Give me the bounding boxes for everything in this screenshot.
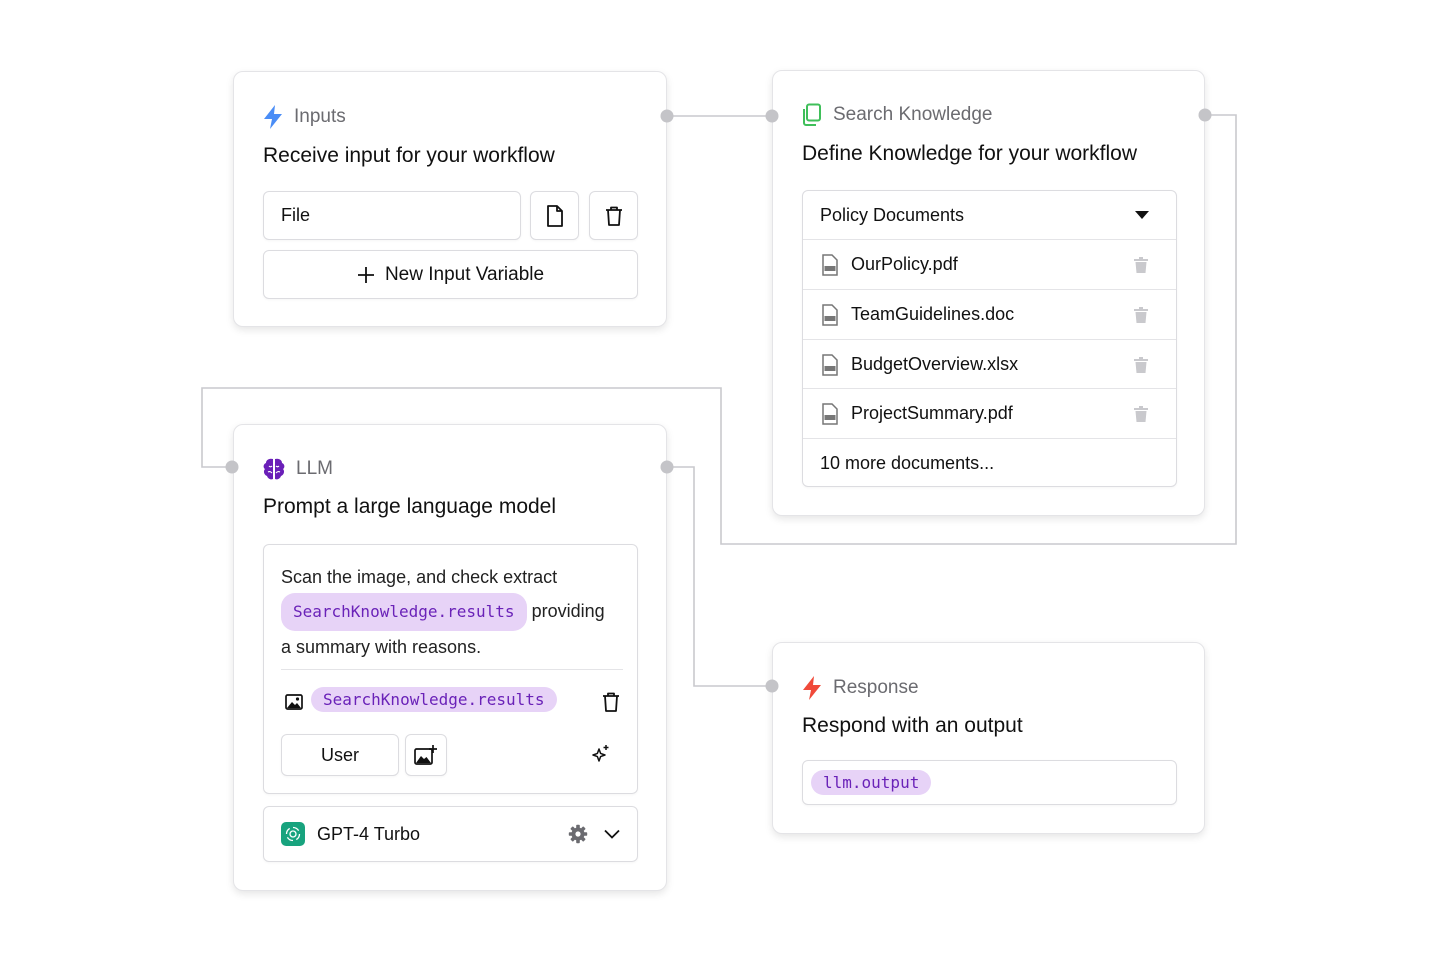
magic-sparkle-icon[interactable] (591, 744, 611, 764)
response-input-port[interactable] (765, 679, 779, 693)
role-selector[interactable]: User (281, 734, 399, 776)
output-variable-pill[interactable]: llm.output (811, 770, 932, 795)
chevron-down-icon[interactable] (604, 829, 620, 839)
trash-icon[interactable] (1134, 306, 1148, 323)
knowledge-node-label: Search Knowledge (833, 104, 993, 125)
llm-output-port[interactable] (660, 460, 674, 474)
prompt-text[interactable]: Scan the image, and check extract Search… (281, 561, 626, 663)
search-knowledge-node[interactable]: Search Knowledge Define Knowledge for yo… (772, 70, 1205, 516)
image-variable-pill[interactable]: SearchKnowledge.results (311, 687, 557, 712)
trash-icon[interactable] (1134, 356, 1148, 373)
file-type-button[interactable] (530, 191, 579, 240)
llm-node-title: Prompt a large language model (263, 495, 557, 518)
document-name: ProjectSummary.pdf (851, 403, 1013, 423)
knowledge-source-dropdown[interactable]: Policy Documents (803, 191, 1176, 239)
add-image-icon (414, 744, 438, 766)
delete-input-button[interactable] (589, 191, 638, 240)
lightning-icon (801, 675, 823, 701)
output-field[interactable]: llm.output (802, 760, 1177, 805)
inputs-node-header: Inputs (262, 104, 346, 130)
input-type-value: File (281, 205, 311, 225)
prompt-text-line: Scan the image, and check extract (281, 567, 558, 587)
llm-node[interactable]: LLM Prompt a large language model Scan t… (233, 424, 667, 891)
prompt-text-line: a summary with reasons. (281, 637, 482, 657)
document-row[interactable]: OurPolicy.pdf (803, 239, 1176, 289)
file-icon (546, 204, 564, 227)
input-type-field[interactable]: File (263, 191, 521, 240)
inputs-node-title: Receive input for your workflow (263, 144, 555, 167)
trash-icon[interactable] (1134, 405, 1148, 422)
prompt-variable-pill[interactable]: SearchKnowledge.results (281, 593, 527, 631)
connection-wires (201, 114, 1237, 687)
gear-icon[interactable] (568, 824, 588, 844)
document-row[interactable]: TeamGuidelines.doc (803, 289, 1176, 339)
knowledge-source-value: Policy Documents (820, 204, 965, 225)
response-node-header: Response (801, 675, 919, 701)
document-name: OurPolicy.pdf (851, 254, 958, 274)
new-input-variable-button[interactable]: New Input Variable (263, 250, 638, 299)
llm-node-label: LLM (296, 458, 333, 479)
documents-list: Policy Documents OurPolicy.pdf TeamGuide… (802, 190, 1177, 487)
model-selector[interactable]: GPT-4 Turbo (263, 806, 638, 862)
caret-down-icon (1135, 211, 1149, 219)
openai-icon (281, 822, 305, 846)
pdf-file-icon (821, 253, 839, 276)
new-input-variable-label: New Input Variable (384, 263, 545, 285)
document-row[interactable]: ProjectSummary.pdf (803, 388, 1176, 438)
brain-icon (262, 457, 286, 481)
knowledge-node-title: Define Knowledge for your workflow (802, 142, 1137, 165)
llm-input-port[interactable] (225, 460, 239, 474)
pdf-file-icon (821, 402, 839, 425)
role-label: User (320, 744, 359, 765)
prompt-text-line: providing (531, 601, 605, 621)
trash-icon[interactable] (1134, 256, 1148, 273)
more-documents-label: 10 more documents... (820, 453, 995, 473)
model-name: GPT-4 Turbo (317, 823, 421, 844)
prompt-editor[interactable]: Scan the image, and check extract Search… (263, 544, 638, 794)
inputs-node[interactable]: Inputs Receive input for your workflow F… (233, 71, 667, 327)
inputs-node-label: Inputs (294, 106, 346, 127)
llm-node-header: LLM (262, 457, 333, 481)
image-icon (285, 694, 303, 710)
inputs-output-port[interactable] (660, 109, 674, 123)
document-row[interactable]: BudgetOverview.xlsx (803, 339, 1176, 389)
pdf-file-icon (821, 303, 839, 326)
add-image-button[interactable] (405, 734, 447, 776)
plus-icon (357, 266, 375, 284)
knowledge-output-port[interactable] (1198, 108, 1212, 122)
knowledge-node-header: Search Knowledge (801, 103, 993, 127)
knowledge-input-port[interactable] (765, 109, 779, 123)
trash-icon[interactable] (602, 692, 620, 712)
more-documents-link[interactable]: 10 more documents... (803, 438, 1176, 486)
response-node[interactable]: Response Respond with an output llm.outp… (772, 642, 1205, 834)
document-name: TeamGuidelines.doc (851, 304, 1015, 324)
pdf-file-icon (821, 353, 839, 376)
response-node-label: Response (833, 677, 919, 698)
document-name: BudgetOverview.xlsx (851, 354, 1019, 374)
trash-icon (605, 206, 623, 226)
response-node-title: Respond with an output (802, 714, 1023, 737)
prompt-divider (281, 669, 623, 670)
documents-icon (801, 103, 823, 127)
lightning-icon (262, 104, 284, 130)
